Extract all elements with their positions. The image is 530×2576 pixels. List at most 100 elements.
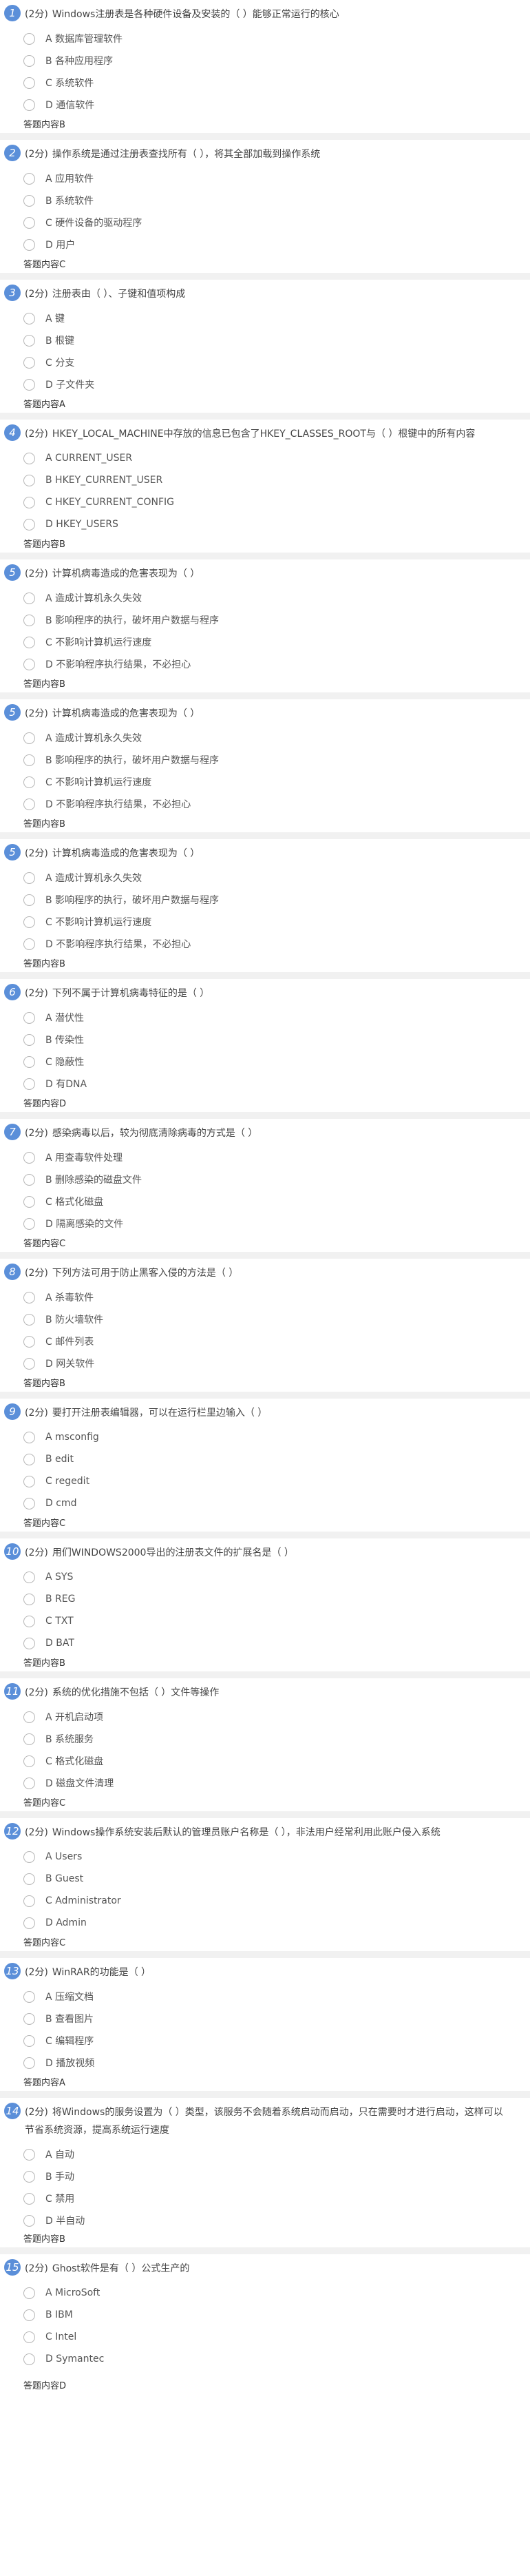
radio-button[interactable]: [23, 312, 35, 324]
radio-button[interactable]: [23, 1217, 35, 1230]
option-item[interactable]: B 影响程序的执行，破坏用户数据与程序: [23, 889, 219, 911]
radio-button[interactable]: [23, 334, 35, 347]
radio-button[interactable]: [23, 32, 35, 45]
radio-button[interactable]: [23, 99, 35, 111]
option-item[interactable]: B IBM: [23, 2304, 104, 2326]
option-item[interactable]: D 播放视频: [23, 2052, 94, 2074]
radio-button[interactable]: [23, 798, 35, 810]
radio-button[interactable]: [23, 1711, 35, 1723]
radio-button[interactable]: [23, 1078, 35, 1090]
option-item[interactable]: B 影响程序的执行，破坏用户数据与程序: [23, 609, 219, 631]
option-item[interactable]: B 防火墙软件: [23, 1308, 103, 1330]
option-item[interactable]: C 邮件列表: [23, 1330, 103, 1352]
radio-button[interactable]: [23, 54, 35, 67]
radio-button[interactable]: [23, 356, 35, 369]
option-item[interactable]: C 格式化磁盘: [23, 1191, 142, 1213]
radio-button[interactable]: [23, 1990, 35, 2003]
radio-button[interactable]: [23, 754, 35, 766]
radio-button[interactable]: [23, 2192, 35, 2205]
option-item[interactable]: C 不影响计算机运行速度: [23, 771, 219, 793]
option-item[interactable]: B 系统服务: [23, 1728, 114, 1750]
radio-button[interactable]: [23, 1733, 35, 1745]
radio-button[interactable]: [23, 1755, 35, 1767]
radio-button[interactable]: [23, 2331, 35, 2343]
radio-button[interactable]: [23, 518, 35, 530]
option-item[interactable]: D cmd: [23, 1492, 99, 1514]
option-item[interactable]: B 系统软件: [23, 189, 142, 212]
radio-button[interactable]: [23, 1431, 35, 1443]
option-item[interactable]: D 隔离感染的文件: [23, 1213, 142, 1235]
option-item[interactable]: A 应用软件: [23, 167, 142, 189]
radio-button[interactable]: [23, 1011, 35, 1024]
option-item[interactable]: B edit: [23, 1448, 99, 1470]
option-item[interactable]: D Symantec: [23, 2348, 104, 2370]
option-item[interactable]: D 不影响程序执行结果，不必担心: [23, 933, 219, 955]
option-item[interactable]: B 手动: [23, 2165, 85, 2187]
option-item[interactable]: C 格式化磁盘: [23, 1750, 114, 1772]
option-item[interactable]: C 隐蔽性: [23, 1051, 87, 1073]
option-item[interactable]: B 传染性: [23, 1029, 87, 1051]
radio-button[interactable]: [23, 2034, 35, 2047]
radio-button[interactable]: [23, 496, 35, 508]
radio-button[interactable]: [23, 776, 35, 788]
option-item[interactable]: D 通信软件: [23, 94, 123, 116]
option-item[interactable]: C 系统软件: [23, 72, 123, 94]
option-item[interactable]: B 根键: [23, 329, 94, 351]
option-item[interactable]: A 潜伏性: [23, 1007, 87, 1029]
radio-button[interactable]: [23, 2353, 35, 2365]
option-item[interactable]: A 造成计算机永久失效: [23, 727, 219, 749]
option-item[interactable]: A 数据库管理软件: [23, 28, 123, 50]
radio-button[interactable]: [23, 872, 35, 884]
radio-button[interactable]: [23, 894, 35, 906]
radio-button[interactable]: [23, 1571, 35, 1583]
option-item[interactable]: C 硬件设备的驱动程序: [23, 212, 142, 234]
radio-button[interactable]: [23, 2057, 35, 2069]
option-item[interactable]: C 不影响计算机运行速度: [23, 631, 219, 653]
option-item[interactable]: A 造成计算机永久失效: [23, 867, 219, 889]
option-item[interactable]: C 禁用: [23, 2187, 85, 2209]
option-item[interactable]: B HKEY_CURRENT_USER: [23, 469, 174, 491]
option-item[interactable]: A 杀毒软件: [23, 1286, 103, 1308]
option-item[interactable]: D BAT: [23, 1632, 75, 1654]
radio-button[interactable]: [23, 1637, 35, 1649]
option-item[interactable]: A 压缩文档: [23, 1986, 94, 2008]
option-item[interactable]: D 网关软件: [23, 1352, 103, 1374]
radio-button[interactable]: [23, 216, 35, 229]
radio-button[interactable]: [23, 1475, 35, 1487]
radio-button[interactable]: [23, 1335, 35, 1348]
radio-button[interactable]: [23, 1357, 35, 1370]
radio-button[interactable]: [23, 1777, 35, 1789]
option-item[interactable]: C TXT: [23, 1610, 75, 1632]
option-item[interactable]: B Guest: [23, 1868, 121, 1890]
radio-button[interactable]: [23, 1873, 35, 1885]
option-item[interactable]: D HKEY_USERS: [23, 513, 174, 535]
option-item[interactable]: D 不影响程序执行结果，不必担心: [23, 653, 219, 675]
radio-button[interactable]: [23, 2170, 35, 2183]
option-item[interactable]: B 影响程序的执行，破坏用户数据与程序: [23, 749, 219, 771]
radio-button[interactable]: [23, 1851, 35, 1863]
option-item[interactable]: A 键: [23, 307, 94, 329]
radio-button[interactable]: [23, 1291, 35, 1304]
option-item[interactable]: D 有DNA: [23, 1073, 87, 1095]
radio-button[interactable]: [23, 1917, 35, 1929]
option-item[interactable]: C 分支: [23, 351, 94, 373]
option-item[interactable]: A Users: [23, 1846, 121, 1868]
option-item[interactable]: C HKEY_CURRENT_CONFIG: [23, 491, 174, 513]
radio-button[interactable]: [23, 76, 35, 89]
option-item[interactable]: A MicroSoft: [23, 2282, 104, 2304]
option-item[interactable]: D 用户: [23, 234, 142, 256]
option-item[interactable]: C Administrator: [23, 1890, 121, 1912]
option-item[interactable]: B 各种应用程序: [23, 50, 123, 72]
option-item[interactable]: A 自动: [23, 2143, 85, 2165]
option-item[interactable]: C Intel: [23, 2326, 104, 2348]
option-item[interactable]: A SYS: [23, 1566, 75, 1588]
option-item[interactable]: D Admin: [23, 1912, 121, 1934]
radio-button[interactable]: [23, 238, 35, 251]
radio-button[interactable]: [23, 1313, 35, 1326]
radio-button[interactable]: [23, 636, 35, 648]
radio-button[interactable]: [23, 1615, 35, 1627]
option-item[interactable]: D 半自动: [23, 2209, 85, 2232]
radio-button[interactable]: [23, 452, 35, 464]
radio-button[interactable]: [23, 658, 35, 670]
radio-button[interactable]: [23, 2148, 35, 2161]
